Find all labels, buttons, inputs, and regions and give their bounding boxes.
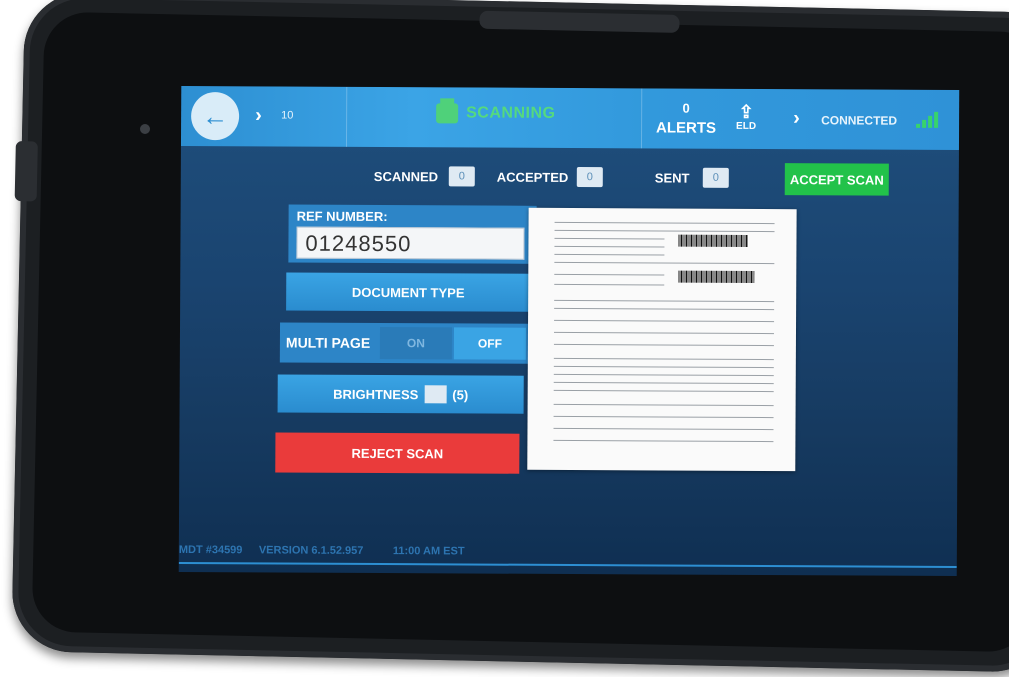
alerts-label: ALERTS <box>656 119 717 137</box>
arrow-left-icon: ← <box>202 100 229 131</box>
multi-page-off-button[interactable]: OFF <box>453 327 527 360</box>
reject-scan-button[interactable]: REJECT SCAN <box>275 432 520 474</box>
ref-number-panel: REF NUMBER: 01248550 <box>288 204 537 264</box>
alerts-count: 0 <box>682 100 690 116</box>
document-type-button[interactable]: DOCUMENT TYPE <box>286 272 531 312</box>
share-icon: ⇪ <box>738 101 754 122</box>
page-title: SCANNING <box>436 103 556 124</box>
ref-number-label: REF NUMBER: <box>296 208 388 225</box>
sent-count: 0 <box>702 167 729 188</box>
page-title-text: SCANNING <box>466 104 556 122</box>
signal-strength-icon <box>916 110 942 128</box>
printer-icon <box>436 103 459 124</box>
device-id: MDT #34599 <box>178 543 243 557</box>
brightness-label: BRIGHTNESS <box>333 386 419 402</box>
front-camera <box>140 124 150 134</box>
multi-page-toggle: MULTI PAGE ON OFF <box>279 322 531 364</box>
scanned-label: SCANNED <box>373 168 439 185</box>
connection-status: CONNECTED <box>821 113 898 128</box>
queue-count: 10 <box>281 109 294 122</box>
chevron-right-icon: › <box>793 107 800 130</box>
accepted-count: 0 <box>576 167 603 188</box>
accept-scan-button[interactable]: ACCEPT SCAN <box>784 163 889 196</box>
chevron-right-icon: › <box>255 104 262 127</box>
clock: 11:00 AM EST <box>392 545 465 558</box>
app-screen: ← › 10 SCANNING 0 ALERTS ⇪ ELD › CONNECT… <box>178 85 960 577</box>
scanned-count: 0 <box>448 166 475 187</box>
eld-label: ELD <box>736 120 757 132</box>
app-version: VERSION 6.1.52.957 <box>258 544 364 557</box>
multi-page-label: MULTI PAGE <box>285 334 371 351</box>
eld-button[interactable]: ⇪ ELD <box>736 101 757 132</box>
sent-label: SENT <box>654 170 690 186</box>
multi-page-on-button[interactable]: ON <box>379 327 453 360</box>
top-bar: ← › 10 SCANNING 0 ALERTS ⇪ ELD › CONNECT… <box>180 85 960 151</box>
brightness-button[interactable]: BRIGHTNESS (5) <box>277 374 524 414</box>
device-side-button <box>14 141 38 202</box>
brightness-swatch <box>424 385 447 404</box>
divider <box>345 86 348 147</box>
alerts-button[interactable]: 0 ALERTS <box>651 100 721 137</box>
accepted-label: ACCEPTED <box>496 169 569 185</box>
brightness-value: (5) <box>452 386 469 402</box>
divider <box>640 88 643 149</box>
scanned-document-preview <box>527 207 797 472</box>
device-top-button <box>479 10 680 33</box>
back-button[interactable]: ← <box>190 92 240 141</box>
ref-number-input[interactable]: 01248550 <box>296 226 525 260</box>
